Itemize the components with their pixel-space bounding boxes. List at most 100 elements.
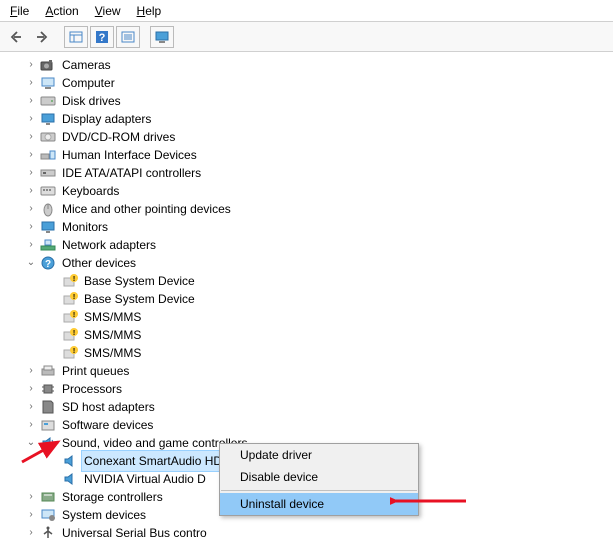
sound-icon [40,435,56,451]
tree-label: Cameras [60,55,113,75]
tree-item-mice[interactable]: › Mice and other pointing devices [2,200,611,218]
tree-label: SD host adapters [60,397,157,417]
menubar: File Action View Help [0,0,613,22]
expand-icon[interactable]: › [24,488,38,506]
svg-text:?: ? [99,32,106,44]
collapse-icon[interactable]: ⌄ [24,434,38,452]
tree-label: Storage controllers [60,487,165,507]
expand-icon[interactable]: › [24,218,38,236]
tree-item-bsd2[interactable]: ! Base System Device [2,290,611,308]
tree-label: System devices [60,505,148,525]
expand-icon[interactable]: › [24,128,38,146]
cpu-icon [40,381,56,397]
tree-item-cameras[interactable]: › Cameras [2,56,611,74]
expand-icon[interactable]: › [24,146,38,164]
hid-icon [40,147,56,163]
tree-label: Keyboards [60,181,121,201]
tree-item-sd-host[interactable]: › SD host adapters [2,398,611,416]
storage-icon [40,489,56,505]
svg-text:!: ! [73,348,75,355]
tree-item-bsd1[interactable]: ! Base System Device [2,272,611,290]
expand-icon[interactable]: › [24,380,38,398]
tree-item-display-adapters[interactable]: › Display adapters [2,110,611,128]
tree-item-monitors[interactable]: › Monitors [2,218,611,236]
expand-icon[interactable]: › [24,236,38,254]
printer-icon [40,363,56,379]
unknown-device-icon: ! [62,327,78,343]
disk-icon [40,93,56,109]
tree-item-ide[interactable]: › IDE ATA/ATAPI controllers [2,164,611,182]
menu-separator [221,490,417,491]
show-hidden-button[interactable] [64,26,88,48]
expand-icon[interactable]: › [24,524,38,542]
tree-label: IDE ATA/ATAPI controllers [60,163,203,183]
expand-icon[interactable]: › [24,164,38,182]
expand-icon[interactable]: › [24,56,38,74]
context-update-driver[interactable]: Update driver [220,444,418,466]
other-icon: ? [40,255,56,271]
tree-item-processors[interactable]: › Processors [2,380,611,398]
unknown-device-icon: ! [62,273,78,289]
svg-text:?: ? [45,259,51,270]
sd-icon [40,399,56,415]
help-button[interactable]: ? [90,26,114,48]
expand-icon[interactable]: › [24,362,38,380]
collapse-icon[interactable]: ⌄ [24,254,38,272]
tree-item-sms2[interactable]: ! SMS/MMS [2,326,611,344]
tree-label: SMS/MMS [82,325,143,345]
expand-icon[interactable]: › [24,200,38,218]
expand-icon[interactable]: › [24,506,38,524]
context-uninstall-device[interactable]: Uninstall device [220,493,418,515]
expand-icon[interactable]: › [24,74,38,92]
tree-label: Other devices [60,253,138,273]
expand-icon[interactable]: › [24,398,38,416]
tree-item-hid[interactable]: › Human Interface Devices [2,146,611,164]
expand-icon[interactable]: › [24,416,38,434]
tree-item-computer[interactable]: › Computer [2,74,611,92]
menu-view[interactable]: View [89,2,127,20]
scan-hardware-button[interactable] [150,26,174,48]
tree-item-software-devices[interactable]: › Software devices [2,416,611,434]
mouse-icon [40,201,56,217]
tree-item-sms1[interactable]: ! SMS/MMS [2,308,611,326]
tree-label: Monitors [60,217,110,237]
menu-help[interactable]: Help [131,2,168,20]
properties-button[interactable] [116,26,140,48]
svg-text:!: ! [73,294,75,301]
tree-label: SMS/MMS [82,343,143,363]
tree-label: Display adapters [60,109,153,129]
ide-icon [40,165,56,181]
tree-label: Print queues [60,361,131,381]
forward-button[interactable] [30,26,54,48]
tree-item-network[interactable]: › Network adapters [2,236,611,254]
tree-item-other[interactable]: ⌄ ? Other devices [2,254,611,272]
expand-icon[interactable]: › [24,110,38,128]
svg-text:!: ! [73,276,75,283]
tree-label: Software devices [60,415,155,435]
tree-item-print-queues[interactable]: › Print queues [2,362,611,380]
tree-item-disk-drives[interactable]: › Disk drives [2,92,611,110]
menu-action[interactable]: Action [39,2,84,20]
context-disable-device[interactable]: Disable device [220,466,418,488]
tree-label: Base System Device [82,271,197,291]
tree-item-keyboards[interactable]: › Keyboards [2,182,611,200]
unknown-device-icon: ! [62,345,78,361]
tree-item-sms3[interactable]: ! SMS/MMS [2,344,611,362]
expand-icon[interactable]: › [24,182,38,200]
tree-label: Base System Device [82,289,197,309]
tree-label: SMS/MMS [82,307,143,327]
tree-item-dvd[interactable]: › DVD/CD-ROM drives [2,128,611,146]
tree-label: Network adapters [60,235,158,255]
display-icon [40,111,56,127]
tree-label: DVD/CD-ROM drives [60,127,177,147]
sound-icon [62,471,78,487]
tree-item-usb[interactable]: › Universal Serial Bus contro [2,524,611,542]
tree-label: Computer [60,73,117,93]
expand-icon[interactable]: › [24,92,38,110]
keyboard-icon [40,183,56,199]
menu-file[interactable]: File [4,2,35,20]
unknown-device-icon: ! [62,291,78,307]
dvd-icon [40,129,56,145]
usb-icon [40,525,56,541]
back-button[interactable] [4,26,28,48]
